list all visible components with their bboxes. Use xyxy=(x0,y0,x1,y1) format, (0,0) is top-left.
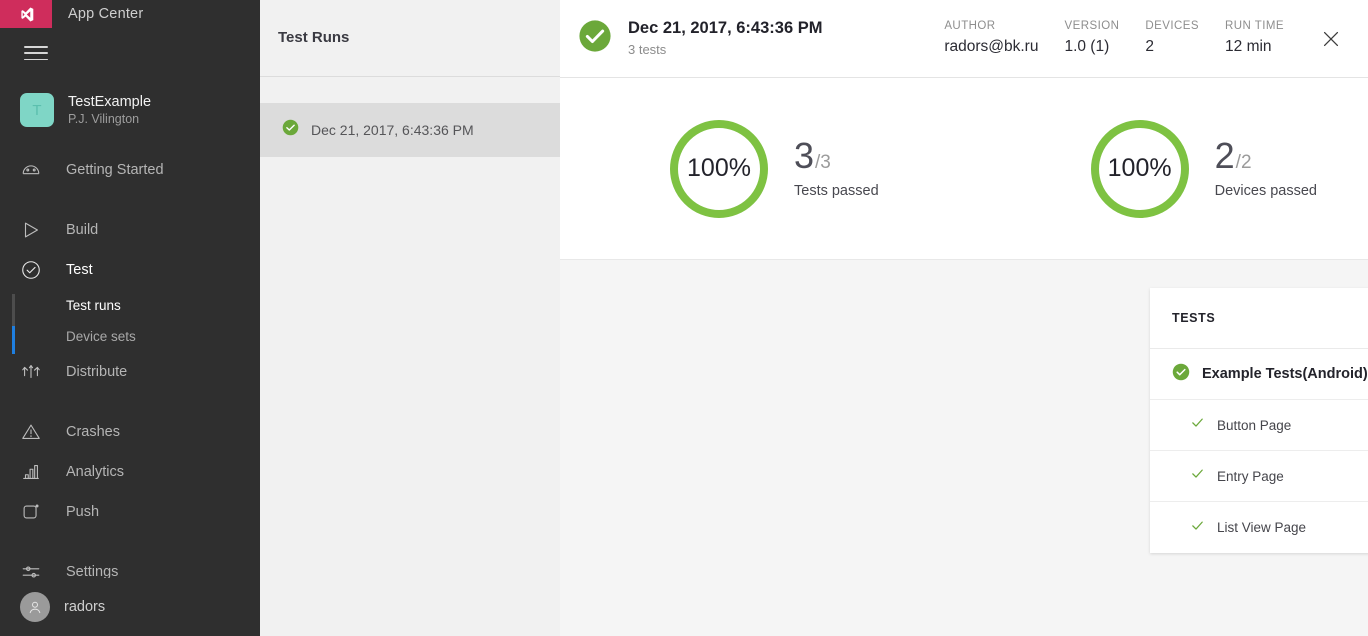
check-circle-filled-icon xyxy=(578,19,612,58)
stat-label: VERSION xyxy=(1064,19,1119,35)
nav-spacer xyxy=(0,190,260,210)
total-count: /3 xyxy=(815,153,831,172)
stat-value: 2 xyxy=(1145,37,1199,58)
warning-triangle-icon xyxy=(20,420,52,444)
distribute-arrows-icon xyxy=(20,360,52,384)
user-name: radors xyxy=(64,599,105,615)
avatar: T xyxy=(20,93,54,127)
play-triangle-icon xyxy=(20,218,52,242)
brand-title: App Center xyxy=(68,6,143,22)
header-stat-version: VERSION 1.0 (1) xyxy=(1064,19,1119,58)
sidebar-item-label: Distribute xyxy=(66,364,127,380)
divider xyxy=(260,76,560,77)
sidebar-item-distribute[interactable]: Distribute xyxy=(0,352,260,392)
header-stat-run-time: RUN TIME 12 min xyxy=(1225,19,1284,58)
sidebar: App Center T TestExample P.J. Vilington xyxy=(0,0,260,636)
bar-chart-icon xyxy=(20,460,52,484)
brand-row: App Center xyxy=(0,0,260,28)
detail-header: Dec 21, 2017, 6:43:36 PM 3 tests AUTHOR … xyxy=(560,0,1368,78)
test-name: Button Page xyxy=(1217,418,1291,433)
stat-value: 12 min xyxy=(1225,37,1284,58)
sidebar-item-crashes[interactable]: Crashes xyxy=(0,412,260,452)
table-row[interactable]: Example Tests(Android) 1 min 16 sec 106.… xyxy=(1150,349,1368,400)
subnav-active-indicator xyxy=(12,326,15,354)
hamburger-icon[interactable] xyxy=(24,44,48,62)
passed-count: 3 xyxy=(794,138,814,174)
table-row[interactable]: Button Page 1 min 16 sec 106.24 MB Passe… xyxy=(1150,400,1368,451)
tests-table-card: TESTS Peak duration Peak memory Status E… xyxy=(1150,288,1368,553)
donut-percent: 100% xyxy=(666,116,772,222)
check-icon xyxy=(1190,415,1205,435)
user-profile[interactable]: radors xyxy=(0,578,260,636)
sidebar-item-test-runs[interactable]: Test runs xyxy=(0,290,260,321)
page-title: Test Runs xyxy=(278,29,349,46)
detail-title: Dec 21, 2017, 6:43:36 PM xyxy=(628,18,822,39)
list-item[interactable]: Dec 21, 2017, 6:43:36 PM xyxy=(260,103,560,157)
tests-passed-donut-chart: 100% xyxy=(666,116,772,222)
column-header-tests: TESTS xyxy=(1150,311,1368,325)
stat-label: DEVICES xyxy=(1145,19,1199,35)
check-circle-icon xyxy=(282,119,299,141)
sidebar-nav: Getting Started Build Test xyxy=(0,150,260,592)
sidebar-subitem-label: Device sets xyxy=(66,329,136,344)
sidebar-item-test[interactable]: Test xyxy=(0,250,260,290)
table-row[interactable]: Entry Page -- -- Passed xyxy=(1150,451,1368,502)
close-icon[interactable] xyxy=(1316,24,1346,54)
stat-label: AUTHOR xyxy=(944,19,1038,35)
detail-header-stats: AUTHOR radors@bk.ru VERSION 1.0 (1) DEVI… xyxy=(944,19,1284,58)
test-run-detail: Dec 21, 2017, 6:43:36 PM 3 tests AUTHOR … xyxy=(560,0,1368,636)
stat-value: 1.0 (1) xyxy=(1064,37,1119,58)
sidebar-item-device-sets[interactable]: Device sets xyxy=(0,321,260,352)
person-icon xyxy=(20,592,50,622)
test-runs-list-panel: Test Runs Dec 21, 2017, 6:43:36 PM xyxy=(260,0,560,636)
app-name: TestExample xyxy=(68,93,151,111)
sidebar-item-label: Crashes xyxy=(66,424,120,440)
sidebar-item-label: Build xyxy=(66,222,98,238)
app-root: App Center T TestExample P.J. Vilington xyxy=(0,0,1368,636)
header-stat-author: AUTHOR radors@bk.ru xyxy=(944,19,1038,58)
app-center-logo-icon[interactable] xyxy=(0,0,52,28)
sidebar-item-label: Test xyxy=(66,262,93,278)
avatar-letter: T xyxy=(32,102,41,119)
test-name: Example Tests(Android) xyxy=(1202,366,1368,382)
check-circle-icon xyxy=(20,258,52,282)
total-count: /2 xyxy=(1236,153,1252,172)
stat-caption: Devices passed xyxy=(1215,183,1317,199)
devices-passed-stat: 100% 2 /2 Devices passed xyxy=(1087,116,1317,222)
sidebar-item-analytics[interactable]: Analytics xyxy=(0,452,260,492)
nav-spacer xyxy=(0,532,260,552)
stat-value: radors@bk.ru xyxy=(944,37,1038,58)
tests-passed-stat: 100% 3 /3 Tests passed xyxy=(666,116,879,222)
sidebar-item-build[interactable]: Build xyxy=(0,210,260,250)
test-name: List View Page xyxy=(1217,520,1306,535)
app-owner: P.J. Vilington xyxy=(68,112,151,128)
app-selector[interactable]: T TestExample P.J. Vilington xyxy=(0,84,260,136)
table-row[interactable]: List View Page 1 min 5 sec 93.86 MB Pass… xyxy=(1150,502,1368,553)
sidebar-subitem-label: Test runs xyxy=(66,298,121,313)
passed-count: 2 xyxy=(1215,138,1235,174)
gauge-icon xyxy=(20,158,52,182)
sidebar-item-getting-started[interactable]: Getting Started xyxy=(0,150,260,190)
summary-section: 100% 3 /3 Tests passed 100% xyxy=(560,78,1368,260)
sidebar-item-label: Push xyxy=(66,504,99,520)
check-icon xyxy=(1190,518,1205,538)
devices-passed-donut-chart: 100% xyxy=(1087,116,1193,222)
stat-label: RUN TIME xyxy=(1225,19,1284,35)
sidebar-item-label: Analytics xyxy=(66,464,124,480)
detail-subtitle: 3 tests xyxy=(628,42,822,59)
test-name: Entry Page xyxy=(1217,469,1284,484)
table-header-row: TESTS Peak duration Peak memory Status xyxy=(1150,288,1368,349)
push-notification-icon xyxy=(20,500,52,524)
sidebar-item-push[interactable]: Push xyxy=(0,492,260,532)
check-circle-filled-icon xyxy=(1172,363,1190,386)
sidebar-item-label: Getting Started xyxy=(66,162,164,178)
header-stat-devices: DEVICES 2 xyxy=(1145,19,1199,58)
list-item-label: Dec 21, 2017, 6:43:36 PM xyxy=(311,122,474,138)
nav-spacer xyxy=(0,392,260,412)
donut-percent: 100% xyxy=(1087,116,1193,222)
check-icon xyxy=(1190,466,1205,486)
stat-caption: Tests passed xyxy=(794,183,879,199)
test-subnav: Test runs Device sets xyxy=(0,290,260,352)
